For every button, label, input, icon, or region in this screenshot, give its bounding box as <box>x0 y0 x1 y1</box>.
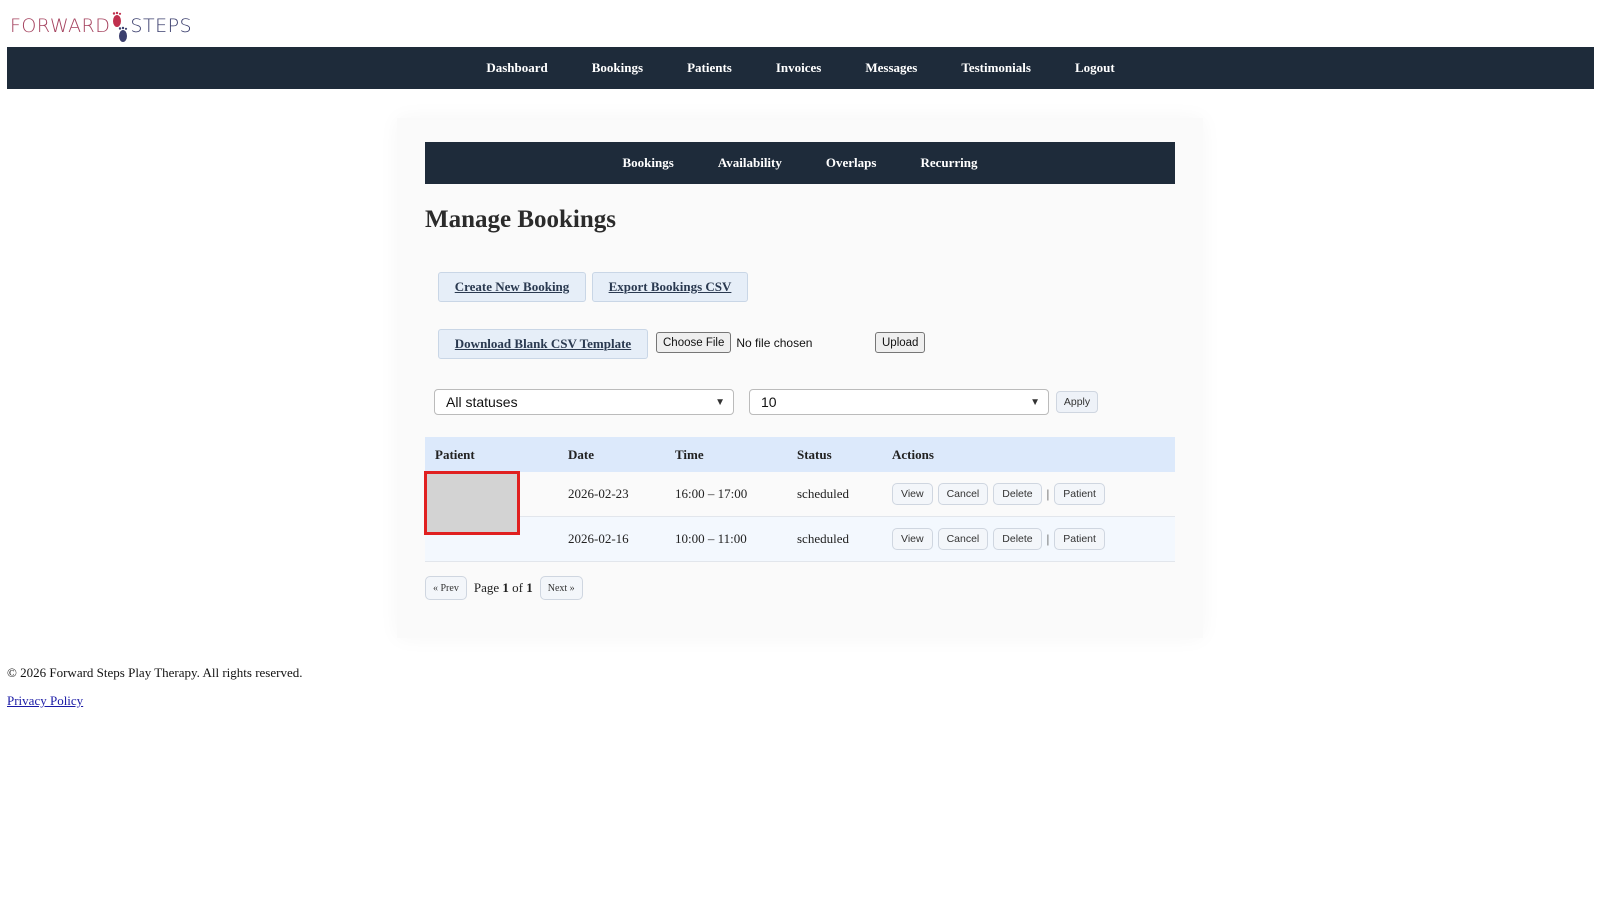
cancel-button[interactable]: Cancel <box>937 528 989 550</box>
footer-copyright: © 2026 Forward Steps Play Therapy. All r… <box>7 665 303 680</box>
col-actions: Actions <box>892 437 1175 472</box>
date-cell: 2026-02-16 <box>568 516 675 562</box>
status-cell: scheduled <box>797 472 892 517</box>
table-row: 2026-02-16 10:00 – 11:00 scheduled View … <box>425 516 1175 562</box>
page-indicator: Page 1 of 1 <box>474 580 533 596</box>
per-page-value: 10 <box>761 394 777 410</box>
time-cell: 10:00 – 11:00 <box>675 516 797 562</box>
per-page-select[interactable]: 10 ▼ <box>749 389 1049 415</box>
bookings-table: Patient Date Time Status Actions 2026-02… <box>424 437 1175 562</box>
upload-button[interactable]: Upload <box>875 332 926 353</box>
total-pages: 1 <box>526 580 533 595</box>
main-nav: Dashboard Bookings Patients Invoices Mes… <box>7 47 1594 89</box>
status-filter-value: All statuses <box>446 394 518 410</box>
patient-button[interactable]: Patient <box>1054 483 1105 505</box>
separator: | <box>1046 486 1050 501</box>
separator: | <box>1046 531 1050 546</box>
subnav-overlaps[interactable]: Overlaps <box>826 155 877 171</box>
table-row: 2026-02-23 16:00 – 17:00 scheduled View … <box>424 471 1175 535</box>
footprints-icon <box>109 11 131 45</box>
patient-cell <box>424 471 568 535</box>
nav-patients[interactable]: Patients <box>687 60 732 76</box>
current-page: 1 <box>502 580 509 595</box>
subnav-availability[interactable]: Availability <box>718 155 782 171</box>
nav-logout[interactable]: Logout <box>1075 60 1115 76</box>
redacted-patient-block <box>424 471 520 535</box>
choose-file-button[interactable]: Choose File <box>656 332 732 353</box>
chevron-down-icon: ▼ <box>715 396 725 408</box>
nav-dashboard[interactable]: Dashboard <box>486 60 547 76</box>
file-status-text: No file chosen <box>736 335 813 350</box>
col-status: Status <box>797 437 892 472</box>
time-cell: 16:00 – 17:00 <box>675 472 797 517</box>
download-template-button[interactable]: Download Blank CSV Template <box>438 329 648 359</box>
nav-testimonials[interactable]: Testimonials <box>961 60 1031 76</box>
view-button[interactable]: View <box>892 528 933 550</box>
logo-text-forward: FORWARD <box>10 15 111 37</box>
col-patient: Patient <box>425 437 568 472</box>
of-word: of <box>512 580 523 595</box>
view-button[interactable]: View <box>892 483 933 505</box>
status-filter-select[interactable]: All statuses ▼ <box>434 389 734 415</box>
chevron-down-icon: ▼ <box>1030 396 1040 408</box>
prev-page-button[interactable]: « Prev <box>425 576 467 600</box>
date-cell: 2026-02-23 <box>568 472 675 517</box>
logo[interactable]: FORWARD STEPS <box>10 6 192 46</box>
subnav-bookings[interactable]: Bookings <box>623 155 674 171</box>
bookings-subnav: Bookings Availability Overlaps Recurring <box>425 142 1175 184</box>
export-csv-button[interactable]: Export Bookings CSV <box>592 272 748 302</box>
page-title: Manage Bookings <box>425 206 617 233</box>
col-date: Date <box>568 437 675 472</box>
table-header-row: Patient Date Time Status Actions <box>425 437 1175 472</box>
nav-bookings[interactable]: Bookings <box>592 60 643 76</box>
col-time: Time <box>675 437 797 472</box>
create-booking-button[interactable]: Create New Booking <box>438 272 586 302</box>
next-page-button[interactable]: Next » <box>539 576 583 600</box>
logo-text-steps: STEPS <box>130 15 193 37</box>
page-word: Page <box>473 580 500 595</box>
cancel-button[interactable]: Cancel <box>937 483 989 505</box>
privacy-policy-link[interactable]: Privacy Policy <box>7 693 83 709</box>
pagination: « Prev Page 1 of 1 Next » <box>425 576 583 600</box>
delete-button[interactable]: Delete <box>993 483 1042 505</box>
nav-invoices[interactable]: Invoices <box>776 60 822 76</box>
actions-cell: View Cancel Delete | Patient <box>892 472 1175 517</box>
delete-button[interactable]: Delete <box>993 528 1042 550</box>
subnav-recurring[interactable]: Recurring <box>920 155 977 171</box>
actions-cell: View Cancel Delete | Patient <box>892 516 1175 562</box>
patient-button[interactable]: Patient <box>1054 528 1105 550</box>
file-input[interactable]: Choose File No file chosen <box>656 332 812 353</box>
apply-filter-button[interactable]: Apply <box>1056 391 1098 413</box>
nav-messages[interactable]: Messages <box>865 60 917 76</box>
status-cell: scheduled <box>797 516 892 562</box>
